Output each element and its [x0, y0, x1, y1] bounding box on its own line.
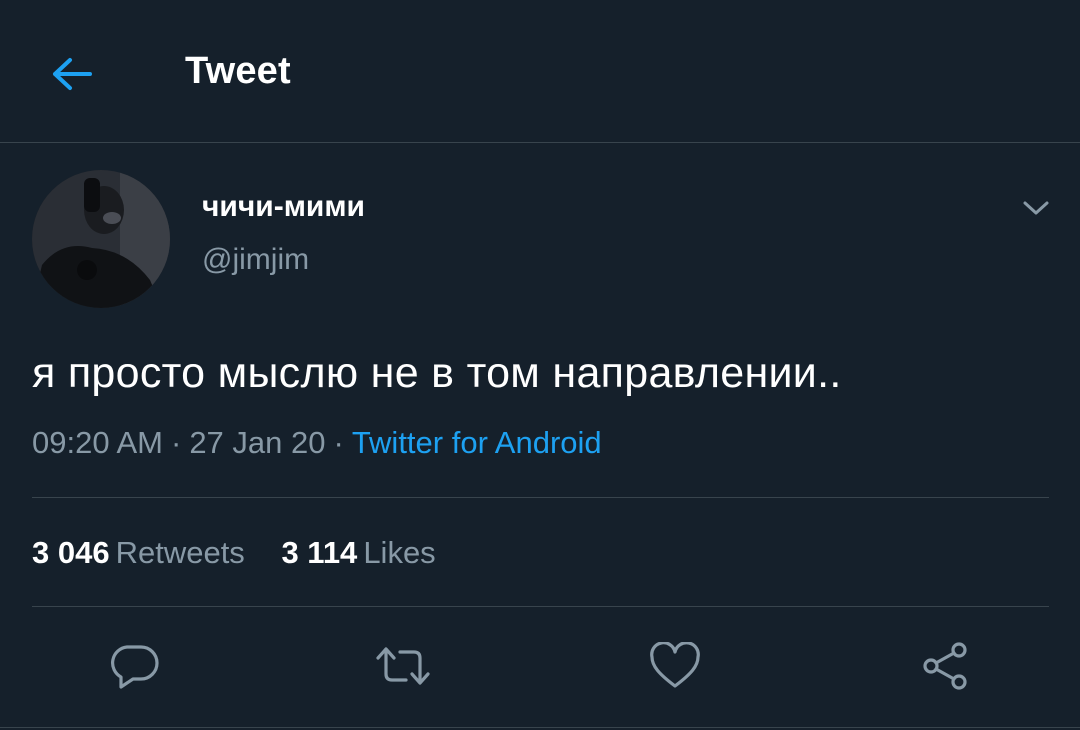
retweets-label: Retweets: [115, 535, 245, 570]
divider: [32, 606, 1049, 607]
tweet-stats: 3 046 Retweets 3 114 Likes: [32, 535, 436, 571]
tweet-text: я просто мыслю не в том направлении..: [32, 349, 842, 397]
heart-icon: [649, 642, 701, 690]
share-icon: [919, 640, 971, 692]
retweets-count: 3 046: [32, 535, 110, 570]
meta-separator: ·: [333, 425, 344, 460]
top-bar: Tweet: [0, 0, 1080, 143]
like-button[interactable]: [647, 638, 703, 694]
avatar-photo: [32, 170, 170, 308]
retweet-icon: [374, 642, 432, 690]
reply-button[interactable]: [107, 638, 163, 694]
page-title: Tweet: [185, 50, 291, 92]
share-button[interactable]: [917, 638, 973, 694]
chevron-down-icon: [1022, 199, 1050, 217]
reply-bubble-icon: [109, 641, 161, 691]
tweet-time: 09:20 AM: [32, 425, 163, 460]
tweet-meta: 09:20 AM · 27 Jan 20 · Twitter for Android: [32, 425, 602, 461]
avatar[interactable]: [32, 170, 170, 308]
likes-label: Likes: [363, 535, 436, 570]
divider: [0, 727, 1080, 728]
meta-separator: ·: [170, 425, 182, 460]
tweet-date: 27 Jan 20: [189, 425, 326, 460]
retweet-button[interactable]: [375, 638, 431, 694]
divider: [32, 497, 1049, 498]
author-handle[interactable]: @jimjim: [202, 243, 309, 277]
tweet-detail-screen: Tweet чичи-мими @jimjim я просто мыслю н…: [0, 0, 1080, 730]
retweets-stat[interactable]: 3 046 Retweets: [32, 535, 245, 571]
arrow-left-icon: [50, 56, 94, 92]
tweet-source-link[interactable]: Twitter for Android: [352, 425, 602, 460]
likes-stat[interactable]: 3 114 Likes: [281, 535, 435, 571]
tweet-menu-button[interactable]: [1016, 190, 1056, 226]
likes-count: 3 114: [281, 535, 358, 570]
back-button[interactable]: [44, 46, 100, 102]
author-name[interactable]: чичи-мими: [202, 190, 365, 224]
